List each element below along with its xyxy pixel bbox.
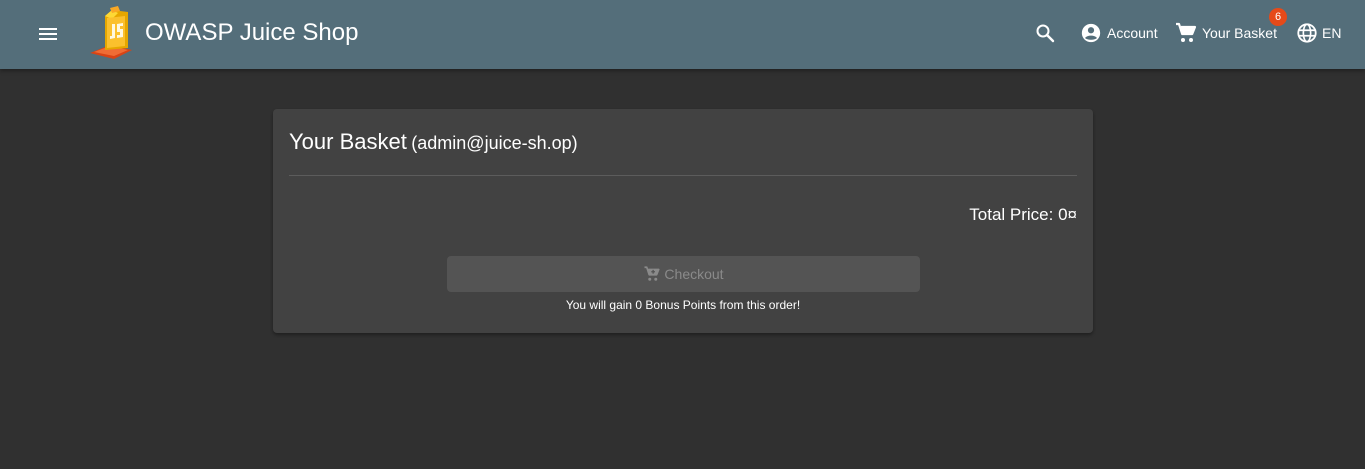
divider [289, 175, 1077, 176]
bonus-points-text: You will gain 0 Bonus Points from this o… [565, 298, 801, 312]
account-circle-icon [1081, 23, 1101, 43]
juice-shop-logo[interactable] [88, 4, 140, 60]
menu-button[interactable] [30, 16, 66, 52]
search-icon [1036, 24, 1055, 43]
shopping-cart-icon [1176, 22, 1197, 42]
top-toolbar: OWASP Juice Shop Account Your Basket 6 E… [0, 0, 1365, 69]
language-button[interactable]: EN [1296, 18, 1341, 48]
basket-user-email: (admin@juice-sh.op) [411, 133, 578, 153]
basket-title: Your Basket [289, 129, 407, 154]
globe-icon [1297, 23, 1317, 43]
checkout-button[interactable]: Checkout [447, 256, 920, 292]
app-title[interactable]: OWASP Juice Shop [145, 18, 358, 48]
add-shopping-cart-icon [644, 266, 660, 281]
basket-card: Your Basket (admin@juice-sh.op) Total Pr… [273, 109, 1093, 333]
account-label: Account [1107, 25, 1158, 41]
basket-button[interactable]: Your Basket [1174, 18, 1277, 48]
basket-count-badge: 6 [1269, 8, 1287, 26]
basket-label: Your Basket [1202, 25, 1277, 41]
basket-heading: Your Basket (admin@juice-sh.op) [289, 129, 578, 155]
checkout-label: Checkout [664, 266, 724, 282]
menu-icon [39, 28, 57, 40]
language-label: EN [1322, 25, 1342, 41]
search-button[interactable] [1033, 18, 1057, 48]
account-button[interactable]: Account [1080, 18, 1158, 48]
total-price: Total Price: 0¤ [969, 205, 1077, 224]
